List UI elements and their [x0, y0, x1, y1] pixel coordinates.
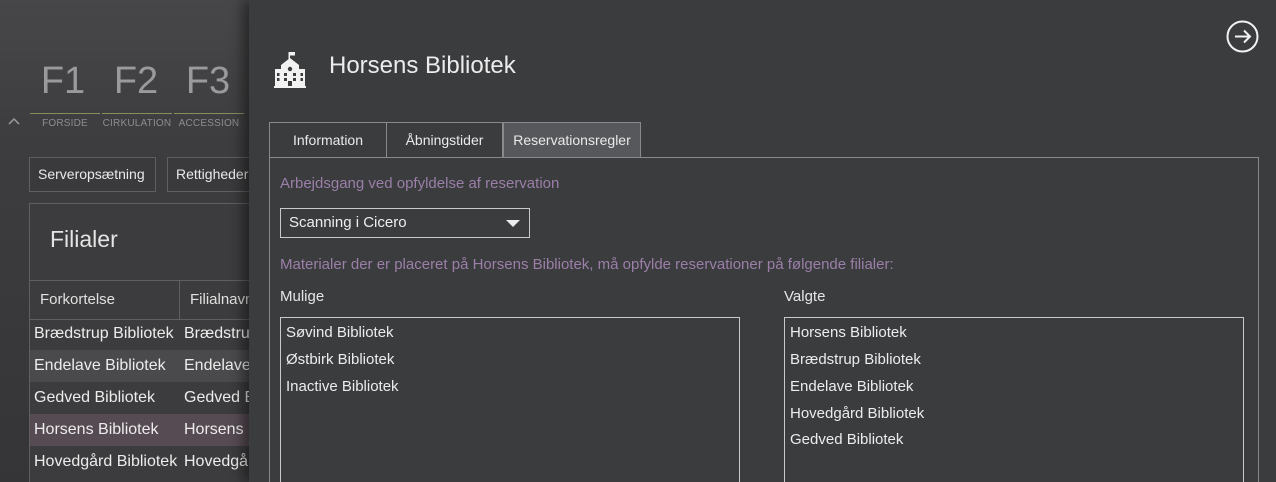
column-header-forkortelse[interactable]: Forkortelse	[30, 281, 180, 319]
workflow-select[interactable]: Scanning i Cicero	[280, 208, 530, 238]
library-building-icon	[273, 52, 307, 88]
possible-label: Mulige	[280, 288, 325, 305]
list-item[interactable]: Horsens Bibliotek	[790, 319, 907, 346]
cell-abbr: Hovedgård Bibliotek	[34, 453, 178, 470]
list-item[interactable]: Gedved Bibliotek	[790, 426, 903, 453]
cell-name: Horsens	[184, 421, 244, 438]
table-row[interactable]: Brædstrup Bibliotek Brædstrup	[30, 318, 250, 350]
fkey-underline	[30, 113, 100, 114]
list-item[interactable]: Hovedgård Bibliotek	[790, 400, 924, 427]
table-row[interactable]: Endelave Bibliotek Endelave	[30, 350, 250, 382]
branch-detail-panel: Horsens Bibliotek Information Åbningstid…	[249, 0, 1276, 482]
fkey-f2[interactable]: F2	[101, 60, 171, 103]
workflow-label: Arbejdsgang ved opfyldelse af reservatio…	[280, 175, 560, 192]
table-row-selected[interactable]: Horsens Bibliotek Horsens	[30, 414, 250, 446]
rettigheder-button[interactable]: Rettigheder	[167, 157, 250, 192]
list-item[interactable]: Brædstrup Bibliotek	[790, 346, 921, 373]
table-row[interactable]: Gedved Bibliotek Gedved B	[30, 382, 250, 414]
fkey-f3[interactable]: F3	[173, 60, 243, 103]
filialer-title: Filialer	[50, 226, 118, 252]
workflow-select-value: Scanning i Cicero	[289, 214, 407, 231]
arrow-right-circle-icon[interactable]	[1226, 20, 1259, 53]
cell-abbr: Brædstrup Bibliotek	[34, 325, 174, 342]
chevron-up-icon[interactable]	[8, 116, 20, 126]
list-item[interactable]: Østbirk Bibliotek	[286, 346, 394, 373]
serveropsaetning-button[interactable]: Serveropsætning	[29, 157, 156, 192]
possible-list[interactable]: Søvind Bibliotek Østbirk Bibliotek Inact…	[280, 317, 740, 482]
list-item[interactable]: Endelave Bibliotek	[790, 373, 913, 400]
selected-label: Valgte	[784, 288, 826, 305]
selected-list[interactable]: Horsens Bibliotek Brædstrup Bibliotek En…	[784, 317, 1244, 482]
fkey-underline	[102, 113, 172, 114]
filialer-panel: Filialer Forkortelse Filialnavn Brædstru…	[29, 203, 250, 482]
list-item[interactable]: Søvind Bibliotek	[286, 319, 394, 346]
fkey-label-cirkulation: CIRKULATION	[102, 118, 172, 129]
fkey-label-accession: ACCESSION	[178, 118, 240, 129]
cell-name: Brædstrup	[184, 325, 250, 342]
tab-information[interactable]: Information	[269, 122, 387, 157]
list-item[interactable]: Inactive Bibliotek	[286, 373, 399, 400]
cell-abbr: Gedved Bibliotek	[34, 389, 155, 406]
fkey-f1[interactable]: F1	[28, 60, 98, 103]
cell-abbr: Horsens Bibliotek	[34, 421, 159, 438]
cell-name: Gedved B	[184, 389, 250, 406]
page-title: Horsens Bibliotek	[329, 52, 516, 79]
table-header: Forkortelse Filialnavn	[30, 280, 250, 320]
chevron-down-icon	[506, 220, 520, 227]
fkey-label-forside: FORSIDE	[42, 118, 88, 129]
column-header-filialnavn[interactable]: Filialnavn	[180, 281, 250, 319]
fkey-underline	[174, 113, 244, 114]
tab-reservationsregler[interactable]: Reservationsregler	[503, 122, 641, 157]
cell-name: Hovedgård	[184, 453, 250, 470]
table-row[interactable]: Hovedgård Bibliotek Hovedgård	[30, 446, 250, 478]
cell-name: Endelave	[184, 357, 250, 374]
materials-description: Materialer der er placeret på Horsens Bi…	[280, 256, 894, 273]
tab-aabningstider[interactable]: Åbningstider	[386, 122, 503, 157]
cell-abbr: Endelave Bibliotek	[34, 357, 166, 374]
background-app: F1 F2 F3 FORSIDE CIRKULATION ACCESSION S…	[0, 0, 250, 482]
